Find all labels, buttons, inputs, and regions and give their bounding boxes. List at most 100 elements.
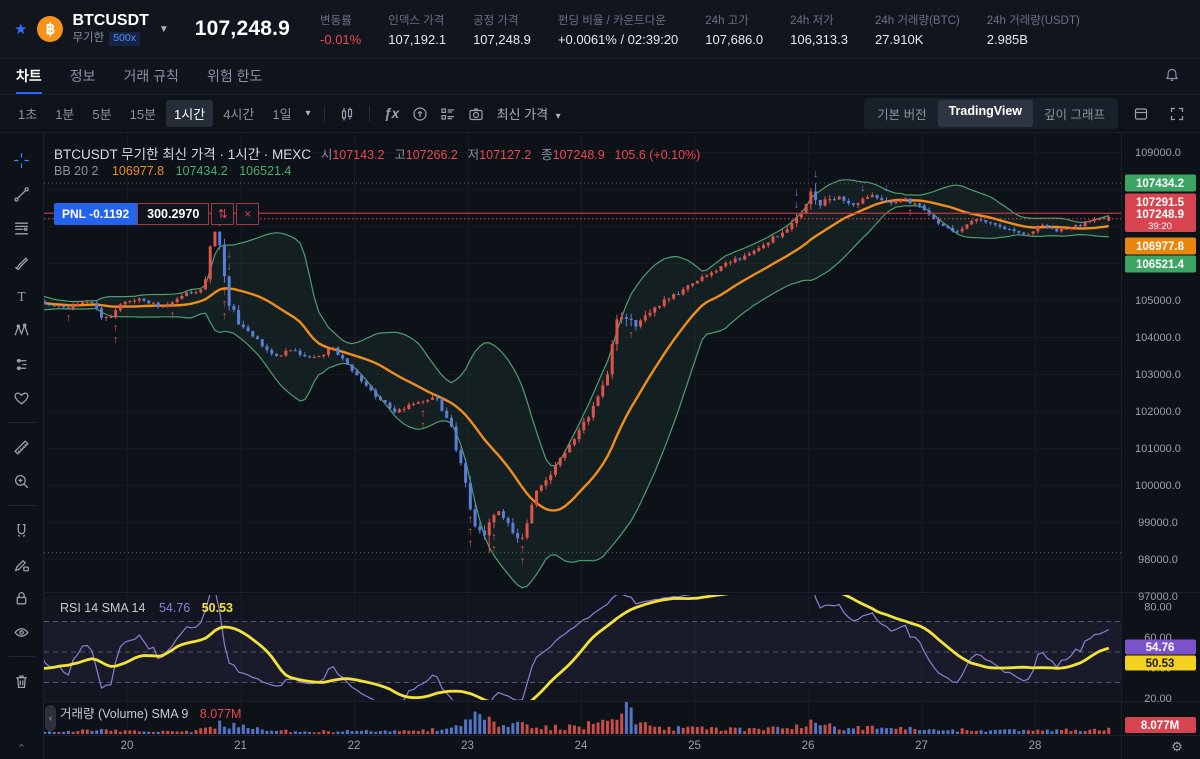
- svg-text:23: 23: [461, 740, 474, 752]
- drawbar-collapse-chevron-icon[interactable]: ⌃: [17, 742, 26, 755]
- stat-24h-low: 24h 저가 106,313.3: [790, 12, 848, 47]
- chart-legend-title: BTCUSDT 무기한 최신 가격 · 1시간 · MEXC: [54, 147, 311, 162]
- svg-text:101000.0: 101000.0: [1135, 443, 1181, 455]
- bb-upper-value: 107434.2: [176, 164, 228, 178]
- symbol-dropdown-caret-icon[interactable]: ▼: [159, 24, 169, 35]
- svg-text:107434.2: 107434.2: [1136, 178, 1184, 190]
- tool-drawing-lock-icon[interactable]: [7, 549, 37, 579]
- svg-text:↑: ↑: [628, 329, 634, 341]
- chart-toolbar: 1초 1분 5분 15분 1시간 4시간 1일 ▾ ƒx 최신 가격 ▾: [0, 95, 1200, 133]
- tool-magnet-icon[interactable]: [7, 515, 37, 545]
- timeframe-dropdown-caret-icon[interactable]: ▾: [306, 108, 311, 119]
- view-basic[interactable]: 기본 버전: [866, 100, 937, 127]
- pane-collapse-chevron-icon[interactable]: ‹: [45, 705, 56, 731]
- tab-trading-rules[interactable]: 거래 규칙: [124, 59, 179, 94]
- tool-favorites-heart-icon[interactable]: [7, 383, 37, 413]
- tool-long-position-icon[interactable]: [7, 349, 37, 379]
- timeframe-4h[interactable]: 4시간: [215, 100, 262, 127]
- svg-text:50.53: 50.53: [1146, 658, 1175, 670]
- svg-text:↑: ↑: [520, 543, 526, 555]
- svg-text:↑: ↑: [907, 207, 913, 219]
- header-stats: 변동률 -0.01% 인덱스 가격 107,192.1 공정 가격 107,24…: [320, 12, 1080, 47]
- svg-text:20.00: 20.00: [1144, 693, 1172, 705]
- tool-hide-drawings-icon[interactable]: [7, 617, 37, 647]
- svg-text:39:20: 39:20: [1148, 221, 1172, 232]
- symbol-name: BTCUSDT: [72, 12, 148, 30]
- timeframe-1s[interactable]: 1초: [10, 100, 45, 127]
- svg-text:↑: ↑: [113, 334, 119, 346]
- reverse-position-icon[interactable]: ⇅: [211, 203, 234, 225]
- toolbar-separator: [324, 106, 325, 122]
- contract-type: 무기한: [72, 32, 104, 45]
- alert-icon[interactable]: [407, 101, 433, 127]
- tool-ruler-icon[interactable]: [7, 432, 37, 462]
- svg-text:↑: ↑: [170, 309, 176, 321]
- ohlc-close: 107248.9: [553, 148, 605, 162]
- indicators-fx-icon[interactable]: ƒx: [379, 101, 405, 127]
- tab-risk-limit[interactable]: 위험 한도: [207, 59, 262, 94]
- view-depth[interactable]: 깊이 그래프: [1033, 100, 1116, 127]
- svg-text:28: 28: [1029, 740, 1042, 752]
- svg-text:106521.4: 106521.4: [1136, 259, 1185, 271]
- tool-delete-drawings-icon[interactable]: [7, 666, 37, 696]
- svg-text:25: 25: [688, 740, 701, 752]
- svg-text:103000.0: 103000.0: [1135, 369, 1181, 381]
- svg-text:↓: ↓: [794, 187, 800, 199]
- toolbar-separator: [369, 106, 370, 122]
- timeframe-1d[interactable]: 1일: [264, 100, 299, 127]
- price-mode-dropdown[interactable]: 최신 가격 ▾: [497, 104, 565, 123]
- svg-text:↑: ↑: [491, 543, 497, 555]
- svg-text:↑: ↑: [468, 538, 474, 550]
- tool-crosshair-icon[interactable]: [7, 145, 37, 175]
- stat-funding-countdown: 펀딩 비율 / 카운트다운 +0.0061% / 02:39:20: [558, 12, 678, 47]
- tool-xabcd-pattern-icon[interactable]: [7, 315, 37, 345]
- tool-lock-all-icon[interactable]: [7, 583, 37, 613]
- tool-brush-icon[interactable]: [7, 247, 37, 277]
- layout-grid-icon[interactable]: [435, 101, 461, 127]
- tool-text-icon[interactable]: T: [7, 281, 37, 311]
- svg-text:↑: ↑: [468, 526, 474, 538]
- svg-text:105000.0: 105000.0: [1135, 295, 1181, 307]
- tab-chart[interactable]: 차트: [16, 59, 42, 94]
- view-tradingview[interactable]: TradingView: [938, 100, 1033, 127]
- timeframe-1m[interactable]: 1분: [47, 100, 82, 127]
- svg-text:22: 22: [348, 740, 361, 752]
- favorite-star-icon[interactable]: ★: [14, 20, 27, 38]
- svg-text:109000.0: 109000.0: [1135, 147, 1181, 159]
- svg-text:↑: ↑: [66, 312, 72, 324]
- svg-text:98000.0: 98000.0: [1138, 554, 1178, 566]
- chart-canvas[interactable]: ↑↑↑↑↑↑↑↑↑↑↑↑↑↑↑↑↑↑↓↓↓↓↓↓↓↓109000.0105000…: [44, 133, 1200, 759]
- drawbar-divider: [9, 656, 35, 657]
- svg-text:↓: ↓: [226, 249, 232, 261]
- tool-trend-line-icon[interactable]: [7, 179, 37, 209]
- camera-icon[interactable]: [463, 101, 489, 127]
- timeframe-15m[interactable]: 15분: [122, 100, 164, 127]
- panel-layout-icon[interactable]: [1128, 101, 1154, 127]
- svg-text:↓: ↓: [860, 182, 866, 194]
- notification-bell-icon[interactable]: [1164, 67, 1180, 83]
- tool-fib-retracement-icon[interactable]: [7, 213, 37, 243]
- fullscreen-icon[interactable]: [1164, 101, 1190, 127]
- svg-text:20: 20: [121, 740, 134, 752]
- svg-text:21: 21: [234, 740, 247, 752]
- ohlc-open: 107143.2: [332, 148, 384, 162]
- svg-text:↑: ↑: [468, 514, 474, 526]
- chart-legend: BTCUSDT 무기한 최신 가격 · 1시간 · MEXC 시107143.2…: [54, 143, 700, 163]
- drawbar-divider: [9, 422, 35, 423]
- candle-style-icon[interactable]: [334, 101, 360, 127]
- svg-text:↑: ↑: [491, 531, 497, 543]
- timeframe-1h[interactable]: 1시간: [166, 100, 213, 127]
- timeframe-5m[interactable]: 5분: [84, 100, 119, 127]
- price-chart[interactable]: ↑↑↑↑↑↑↑↑↑↑↑↑↑↑↑↑↑↑↓↓↓↓↓↓↓↓109000.0105000…: [44, 133, 1200, 759]
- svg-text:102000.0: 102000.0: [1135, 406, 1181, 418]
- close-position-icon[interactable]: ×: [236, 203, 259, 225]
- tab-info[interactable]: 정보: [70, 59, 96, 94]
- chart-region: T⌃ ↑↑↑↑↑↑↑↑↑↑↑↑↑↑↑↑↑↑↓↓↓↓↓↓↓↓109000.0105…: [0, 133, 1200, 759]
- tool-zoom-in-icon[interactable]: [7, 466, 37, 496]
- stat-change: 변동률 -0.01%: [320, 12, 361, 47]
- ohlc-change: 105.6 (+0.10%): [615, 148, 701, 162]
- symbol-block[interactable]: BTCUSDT 무기한 500x: [72, 12, 148, 45]
- svg-text:106977.8: 106977.8: [1136, 241, 1185, 253]
- svg-text:↑: ↑: [113, 322, 119, 334]
- rsi-legend: RSI 14 SMA 14 54.76 50.53: [60, 601, 233, 615]
